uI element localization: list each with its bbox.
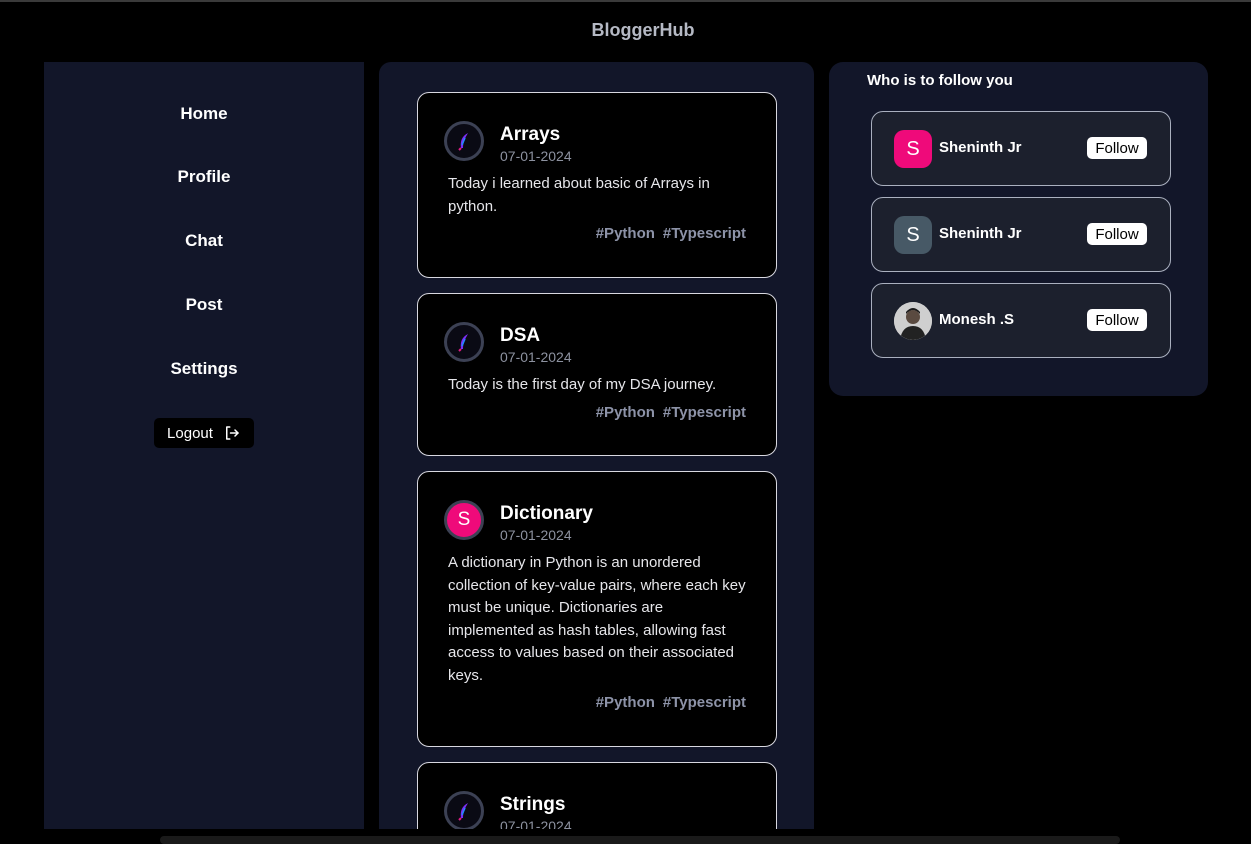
who-to-follow-panel: Who is to follow you S Sheninth Jr Follo… — [829, 62, 1208, 396]
logout-label: Logout — [167, 424, 213, 442]
horizontal-scrollbar[interactable] — [160, 836, 1120, 844]
post-date: 07-01-2024 — [500, 527, 572, 543]
post-title[interactable]: Strings — [500, 794, 565, 816]
user-avatar[interactable]: S — [894, 130, 932, 168]
sidebar: Home Profile Chat Post Settings Logout — [44, 62, 364, 829]
post-body: Today i learned about basic of Arrays in… — [448, 175, 710, 215]
post-date: 07-01-2024 — [500, 818, 572, 829]
sidebar-item-chat[interactable]: Chat — [44, 231, 364, 251]
user-photo-avatar[interactable] — [894, 302, 932, 340]
author-avatar[interactable]: S — [444, 500, 484, 540]
post-card[interactable]: S Dictionary 07-01-2024 A dictionary in … — [417, 471, 777, 747]
post-card[interactable]: DSA 07-01-2024 Today is the first day of… — [417, 293, 777, 456]
feather-logo-icon — [458, 133, 468, 151]
sidebar-item-settings[interactable]: Settings — [44, 359, 364, 379]
sidebar-item-profile[interactable]: Profile — [44, 167, 364, 187]
logout-button[interactable]: Logout — [154, 418, 254, 448]
post-tags: #Python #Typescript — [588, 225, 746, 242]
post-body: A dictionary in Python is an unordered c… — [448, 554, 746, 684]
follow-panel-title: Who is to follow you — [867, 72, 1013, 89]
app-title: BloggerHub — [591, 20, 695, 40]
tag-link[interactable]: #Typescript — [663, 694, 746, 711]
sidebar-item-home[interactable]: Home — [44, 104, 364, 124]
tag-link[interactable]: #Python — [596, 225, 655, 242]
follow-button[interactable]: Follow — [1087, 309, 1147, 331]
post-title[interactable]: DSA — [500, 325, 540, 347]
post-tags: #Python #Typescript — [588, 404, 746, 421]
post-card[interactable]: Strings 07-01-2024 — [417, 762, 777, 829]
post-title[interactable]: Arrays — [500, 124, 560, 146]
tag-link[interactable]: #Python — [596, 404, 655, 421]
post-card[interactable]: Arrays 07-01-2024 Today i learned about … — [417, 92, 777, 278]
follow-suggestion-card[interactable]: S Sheninth Jr Follow — [871, 197, 1171, 272]
post-feed[interactable]: Arrays 07-01-2024 Today i learned about … — [379, 62, 814, 829]
logout-arrow-icon — [225, 426, 239, 440]
follow-suggestion-card[interactable]: Monesh .S Follow — [871, 283, 1171, 358]
post-date: 07-01-2024 — [500, 148, 572, 164]
follow-button[interactable]: Follow — [1087, 223, 1147, 245]
post-tags: #Python #Typescript — [588, 694, 746, 711]
tag-link[interactable]: #Typescript — [663, 225, 746, 242]
post-date: 07-01-2024 — [500, 349, 572, 365]
author-avatar[interactable] — [444, 791, 484, 829]
follow-button[interactable]: Follow — [1087, 137, 1147, 159]
tag-link[interactable]: #Typescript — [663, 404, 746, 421]
follow-suggestion-card[interactable]: S Sheninth Jr Follow — [871, 111, 1171, 186]
user-avatar[interactable]: S — [894, 216, 932, 254]
tag-link[interactable]: #Python — [596, 694, 655, 711]
post-body: Today is the first day of my DSA journey… — [448, 376, 717, 393]
user-name[interactable]: Sheninth Jr — [939, 225, 1022, 242]
post-title[interactable]: Dictionary — [500, 503, 593, 525]
sidebar-item-post[interactable]: Post — [44, 295, 364, 315]
window-top-border — [0, 0, 1251, 2]
feather-logo-icon — [458, 803, 468, 821]
author-avatar[interactable] — [444, 121, 484, 161]
author-avatar[interactable] — [444, 322, 484, 362]
user-name[interactable]: Monesh .S — [939, 311, 1014, 328]
person-photo-icon — [894, 302, 932, 340]
user-name[interactable]: Sheninth Jr — [939, 139, 1022, 156]
feather-logo-icon — [458, 334, 468, 352]
